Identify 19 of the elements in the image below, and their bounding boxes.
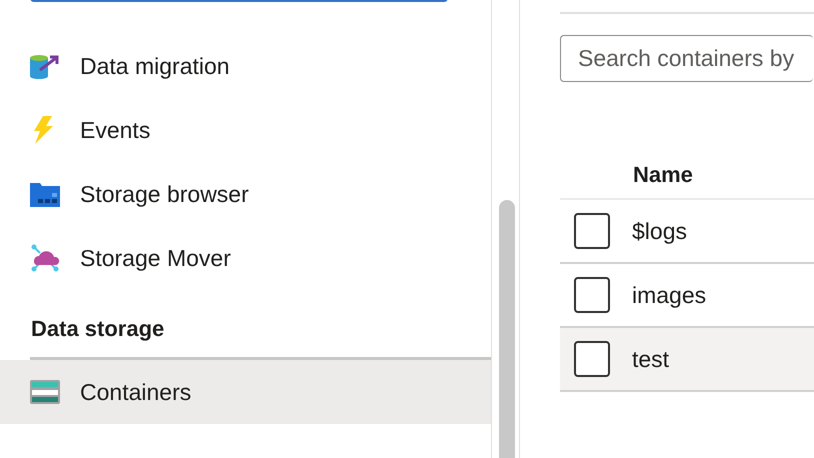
cloud-icon [30,243,60,273]
row-checkbox[interactable] [574,277,610,313]
table-cell[interactable]: $logs [632,214,687,248]
row-checkbox[interactable] [574,213,610,249]
sidebar-item[interactable]: Storage browser [0,162,491,226]
scrollbar-thumb[interactable] [499,200,515,458]
sidebar-item[interactable]: Data migration [0,34,491,98]
container-icon [30,380,60,404]
table-cell[interactable]: test [632,342,670,376]
table-cell[interactable]: images [632,278,706,312]
database-arrow-icon [30,52,60,80]
folder-icon [30,181,60,207]
search-field[interactable]: Search containers by [560,35,813,82]
row-checkbox[interactable] [574,341,610,377]
table-row-highlight[interactable]: test [560,328,814,392]
column-header[interactable]: Name [633,158,693,190]
sidebar-item[interactable]: Containers [0,360,491,424]
sidebar-item[interactable]: Events [0,98,491,162]
sidebar-item[interactable]: Storage Mover [0,226,491,290]
